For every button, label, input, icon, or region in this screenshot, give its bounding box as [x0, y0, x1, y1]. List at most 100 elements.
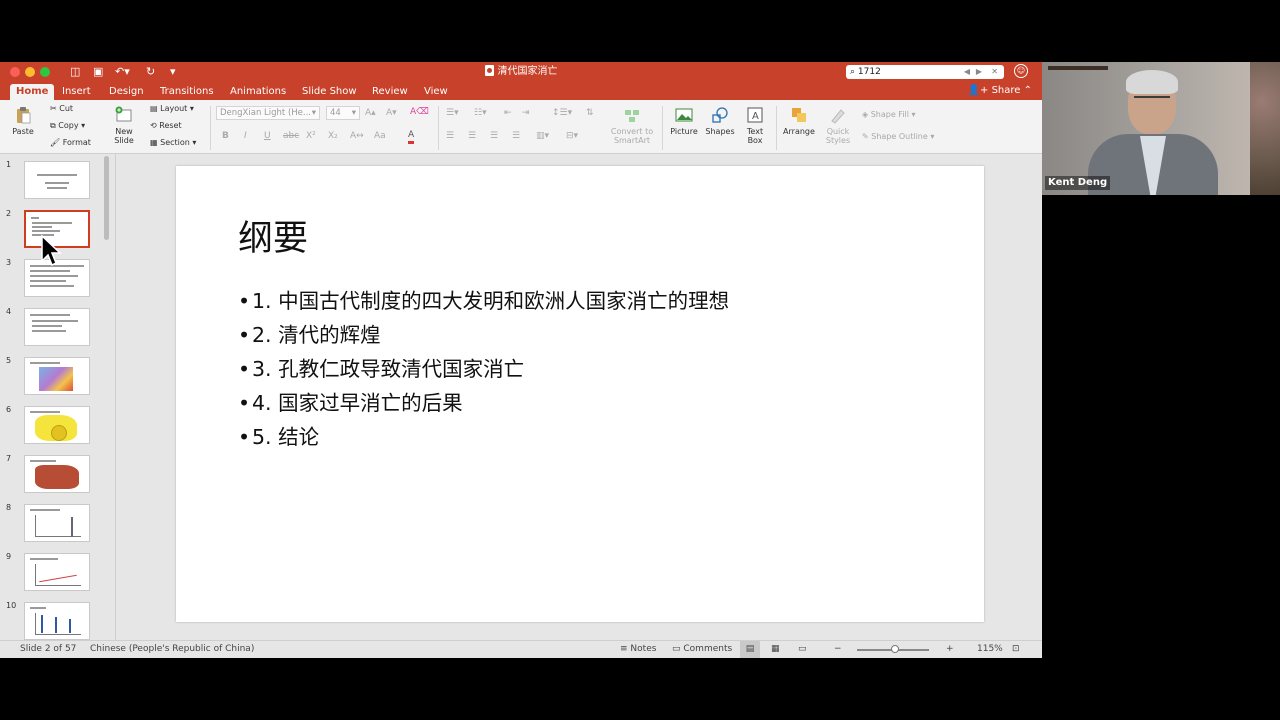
format-painter-button[interactable]: 🖌 Format: [50, 138, 91, 148]
text-direction-icon[interactable]: ⇅: [586, 107, 594, 119]
participant-video-tile[interactable]: Kent Deng: [1042, 62, 1280, 195]
normal-view-icon[interactable]: ▤: [740, 641, 760, 658]
picture-button[interactable]: Picture: [668, 106, 700, 136]
section-button[interactable]: ▦ Section ▾: [150, 138, 196, 148]
columns-icon[interactable]: ▥▾: [536, 130, 549, 142]
reading-view-icon[interactable]: ▭: [798, 641, 807, 658]
tab-insert[interactable]: Insert: [56, 84, 97, 100]
cut-button[interactable]: ✂ Cut: [50, 104, 73, 114]
align-text-icon[interactable]: ⊟▾: [566, 130, 578, 142]
arrange-button[interactable]: Arrange: [782, 106, 816, 136]
underline-icon[interactable]: U: [264, 130, 271, 142]
slide-thumbnails-panel: 1 2 3 4 5 6 7 8 9 10: [0, 154, 116, 640]
justify-icon[interactable]: ☰: [512, 130, 520, 142]
decrease-indent-icon[interactable]: ⇤: [504, 107, 512, 119]
clear-formatting-icon[interactable]: A⌫: [410, 106, 429, 118]
zoom-in-icon[interactable]: +: [946, 641, 954, 658]
slide-bullet-list[interactable]: •1. 中国古代制度的四大发明和欧洲人国家消亡的理想 •2. 清代的辉煌 •3.…: [238, 284, 729, 454]
text-box-button[interactable]: A Text Box: [740, 106, 770, 145]
language-indicator[interactable]: Chinese (People's Republic of China): [90, 641, 254, 658]
search-input[interactable]: ⌕ 1712 ◀ ▶ ✕: [846, 65, 1004, 79]
new-slide-button[interactable]: New Slide: [108, 106, 140, 145]
notes-icon: ≡: [620, 644, 628, 654]
zoom-out-icon[interactable]: −: [834, 641, 842, 658]
character-spacing-icon[interactable]: A↔: [350, 130, 364, 142]
video-picture-frame: [1048, 66, 1108, 70]
slide-thumbnail-5[interactable]: [24, 357, 90, 395]
increase-font-icon[interactable]: A▴: [365, 107, 376, 119]
share-icon: 👤+: [967, 85, 989, 96]
search-next-icon[interactable]: ▶: [976, 65, 982, 79]
slide-title[interactable]: 纲要: [238, 210, 308, 261]
copy-button[interactable]: ⧉ Copy ▾: [50, 121, 85, 131]
bold-icon[interactable]: B: [222, 130, 229, 142]
notes-button[interactable]: ≡ Notes: [620, 641, 656, 658]
scissors-icon: ✂: [50, 104, 57, 113]
zoom-level[interactable]: 115%: [977, 641, 1003, 658]
convert-smartart-button[interactable]: Convert to SmartArt: [606, 106, 658, 145]
arrange-icon: [792, 108, 806, 122]
search-clear-icon[interactable]: ✕: [991, 65, 998, 79]
collapse-ribbon-icon[interactable]: ⌃: [1024, 85, 1032, 96]
font-name-select[interactable]: DengXian Light (He... ▾: [216, 106, 320, 120]
slide-thumbnail-7[interactable]: [24, 455, 90, 493]
line-spacing-icon[interactable]: ↕☰▾: [552, 107, 572, 119]
numbering-icon[interactable]: ☷▾: [474, 107, 487, 119]
tab-design[interactable]: Design: [103, 84, 150, 100]
font-name-value: DengXian Light (He...: [220, 108, 311, 118]
shape-fill-button[interactable]: ◈ Shape Fill ▾: [862, 110, 916, 120]
subscript-icon[interactable]: X₂: [328, 130, 338, 142]
new-slide-icon: [115, 106, 132, 122]
reset-button[interactable]: ⟲ Reset: [150, 121, 182, 131]
fit-to-window-icon[interactable]: ⊡: [1012, 641, 1020, 658]
slide-thumbnail-10[interactable]: [24, 602, 90, 640]
italic-icon[interactable]: I: [244, 130, 247, 142]
tab-review[interactable]: Review: [366, 84, 414, 100]
powerpoint-file-icon: [484, 65, 494, 76]
tab-slide-show[interactable]: Slide Show: [296, 84, 363, 100]
slide-thumbnail-1[interactable]: [24, 161, 90, 199]
slide-sorter-icon[interactable]: ▦: [771, 641, 780, 658]
shapes-button[interactable]: Shapes: [704, 106, 736, 136]
paste-button[interactable]: Paste: [8, 106, 38, 136]
mouse-cursor-icon: [41, 234, 62, 267]
tab-home[interactable]: Home: [10, 84, 55, 100]
align-center-icon[interactable]: ☰: [468, 130, 476, 142]
share-button[interactable]: 👤+ Share ⌃: [968, 84, 1032, 98]
slide-thumbnail-6[interactable]: [24, 406, 90, 444]
search-prev-icon[interactable]: ◀: [964, 65, 970, 79]
align-left-icon[interactable]: ☰: [446, 130, 454, 142]
change-case-icon[interactable]: Aa: [374, 130, 386, 142]
tab-animations[interactable]: Animations: [224, 84, 292, 100]
slide-editing-area[interactable]: 纲要 •1. 中国古代制度的四大发明和欧洲人国家消亡的理想 •2. 清代的辉煌 …: [117, 154, 1042, 640]
decrease-font-icon[interactable]: A▾: [386, 107, 397, 119]
shape-fill-label: Shape Fill: [870, 110, 909, 119]
quick-styles-button[interactable]: Quick Styles: [822, 106, 854, 145]
comments-button[interactable]: ▭ Comments: [672, 641, 732, 658]
thumbnails-scrollbar[interactable]: [104, 156, 109, 240]
slide-thumbnail-9[interactable]: [24, 553, 90, 591]
tab-view[interactable]: View: [418, 84, 454, 100]
bullets-icon[interactable]: ☰▾: [446, 107, 459, 119]
layout-button[interactable]: ▤ Layout ▾: [150, 104, 194, 114]
slide[interactable]: 纲要 •1. 中国古代制度的四大发明和欧洲人国家消亡的理想 •2. 清代的辉煌 …: [176, 166, 984, 622]
font-size-select[interactable]: 44 ▾: [326, 106, 360, 120]
thumbnail-number: 2: [6, 209, 12, 218]
quick-styles-label: Quick Styles: [825, 127, 851, 145]
slide-thumbnail-8[interactable]: [24, 504, 90, 542]
increase-indent-icon[interactable]: ⇥: [522, 107, 530, 119]
tab-transitions[interactable]: Transitions: [154, 84, 220, 100]
bullet-item: •3. 孔教仁政导致清代国家消亡: [238, 357, 525, 381]
strikethrough-icon[interactable]: abc: [283, 130, 299, 142]
svg-text:A: A: [752, 111, 759, 122]
superscript-icon[interactable]: X²: [306, 130, 316, 142]
align-right-icon[interactable]: ☰: [490, 130, 498, 142]
zoom-slider-handle[interactable]: [891, 645, 899, 653]
slide-thumbnail-4[interactable]: [24, 308, 90, 346]
shape-outline-button[interactable]: ✎ Shape Outline ▾: [862, 132, 934, 142]
layout-label: Layout: [160, 104, 188, 113]
ribbon-tabs: Home Insert Design Transitions Animation…: [0, 82, 1042, 100]
feedback-smiley-icon[interactable]: ☺: [1014, 64, 1028, 78]
font-color-icon[interactable]: A: [408, 129, 415, 144]
shape-outline-label: Shape Outline: [871, 132, 928, 141]
